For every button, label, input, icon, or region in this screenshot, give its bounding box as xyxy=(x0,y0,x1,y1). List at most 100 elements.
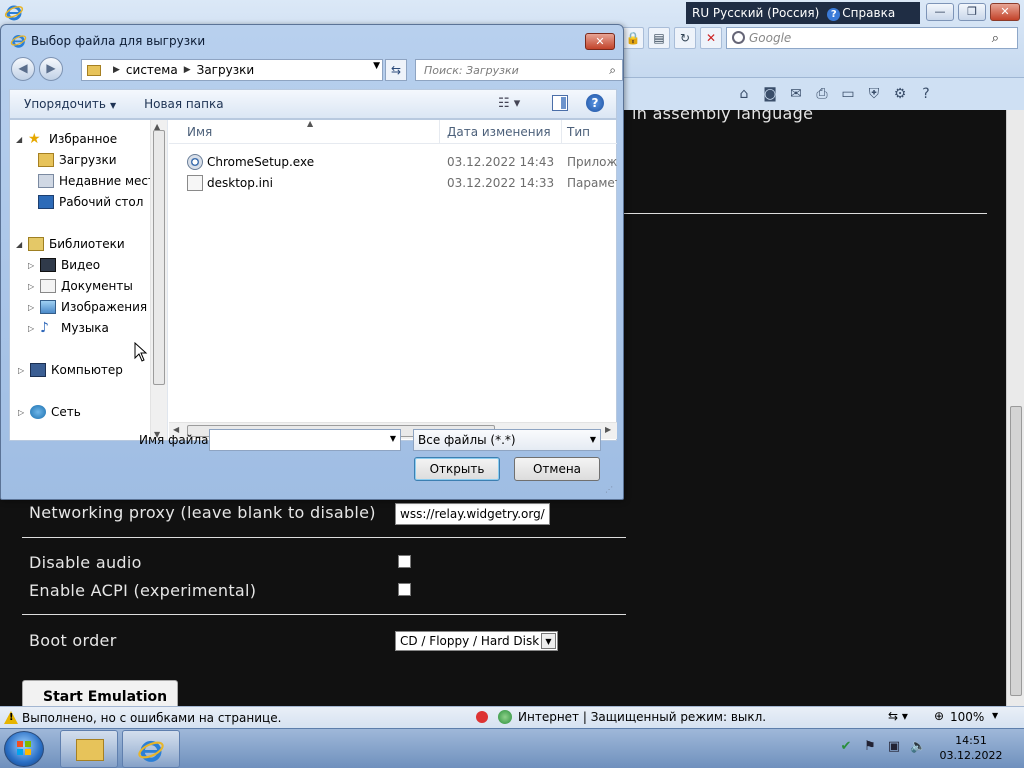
open-button[interactable]: Открыть xyxy=(414,457,500,481)
chevron-down-icon[interactable]: ▼ xyxy=(373,61,380,71)
help-icon[interactable]: ? xyxy=(586,94,604,112)
scrollbar-thumb[interactable] xyxy=(1010,406,1022,696)
preview-pane-icon[interactable] xyxy=(552,95,568,111)
protected-mode-icon[interactable]: ⇆ ▾ xyxy=(888,709,908,723)
nav-item-favorites[interactable]: ◢ ★ Избранное xyxy=(16,129,117,149)
ie-taskbar-button[interactable] xyxy=(122,730,180,768)
column-type[interactable]: Тип xyxy=(567,125,590,139)
filetype-select[interactable]: Все файлы (*.*) ▼ xyxy=(413,429,601,451)
language-bar[interactable]: RU Русский (Россия) ? Справка xyxy=(686,2,920,24)
home-icon[interactable]: ⌂ xyxy=(734,85,754,103)
nav-scrollbar[interactable]: ▲ ▼ xyxy=(150,120,167,440)
zoom-icon[interactable]: ⊕ xyxy=(934,709,944,723)
expand-icon[interactable]: ◢ xyxy=(16,135,26,144)
nav-item-desktop[interactable]: Рабочий стол xyxy=(38,192,143,212)
feeds-icon[interactable]: ◙ xyxy=(760,85,780,103)
divider xyxy=(624,213,987,214)
safety-icon[interactable]: ⛨ xyxy=(864,85,884,103)
file-row[interactable]: desktop.ini 03.12.2022 14:33 Параметр xyxy=(169,173,617,194)
breadcrumb-separator-icon[interactable]: ▶ xyxy=(184,65,191,75)
warning-icon[interactable] xyxy=(4,710,18,725)
ie-logo-icon xyxy=(4,5,24,21)
compatibility-icon[interactable]: ▤ xyxy=(648,27,670,49)
search-icon[interactable]: ⌕ xyxy=(992,31,999,46)
nav-item-libraries[interactable]: ◢ Библиотеки xyxy=(16,234,125,254)
scroll-right-icon[interactable]: ▶ xyxy=(605,425,611,434)
page-scrollbar[interactable] xyxy=(1006,110,1024,706)
page-icon[interactable]: ▭ xyxy=(838,85,858,103)
status-text[interactable]: Выполнено, но с ошибками на странице. xyxy=(22,711,281,725)
volume-tray-icon[interactable]: 🔈 xyxy=(910,739,926,755)
help-button[interactable]: ? Справка xyxy=(827,6,895,21)
organize-label: Упорядочить xyxy=(24,97,106,111)
nav-item-documents[interactable]: ▷ Документы xyxy=(28,276,133,296)
network-tray-icon[interactable]: ▣ xyxy=(886,739,902,755)
expand-icon[interactable]: ▷ xyxy=(18,408,28,417)
view-options-icon[interactable]: ☷ ▾ xyxy=(498,96,520,111)
nav-item-video[interactable]: ▷ Видео xyxy=(28,255,100,275)
filename-input[interactable]: ▼ xyxy=(209,429,401,451)
browser-search-input[interactable]: Google ⌕ xyxy=(726,27,1018,49)
expand-icon[interactable]: ▷ xyxy=(28,282,38,291)
breadcrumb-item-downloads[interactable]: Загрузки xyxy=(197,63,255,77)
new-folder-button[interactable]: Новая папка xyxy=(130,97,237,111)
column-date[interactable]: Дата изменения xyxy=(447,125,551,139)
dialog-close-button[interactable]: ✕ xyxy=(585,33,615,50)
downloads-folder-icon xyxy=(38,153,54,167)
file-row[interactable]: ChromeSetup.exe 03.12.2022 14:43 Приложе xyxy=(169,152,617,173)
nav-item-images[interactable]: ▷ Изображения xyxy=(28,297,147,317)
organize-button[interactable]: Упорядочить ▼ xyxy=(10,97,130,111)
lock-icon[interactable]: 🔒 xyxy=(622,27,644,49)
forward-button[interactable]: ▶ xyxy=(39,57,63,81)
chevron-down-icon[interactable]: ▼ xyxy=(390,434,396,443)
acpi-checkbox[interactable] xyxy=(398,583,411,596)
expand-icon[interactable]: ▷ xyxy=(28,261,38,270)
nav-item-network[interactable]: ▷ Сеть xyxy=(18,402,81,422)
nav-item-recent[interactable]: Недавние места xyxy=(38,171,162,191)
nav-label: Документы xyxy=(61,279,133,293)
resize-grip-icon[interactable]: ⋰ xyxy=(605,485,613,494)
expand-icon[interactable]: ◢ xyxy=(16,240,26,249)
expand-icon[interactable]: ▷ xyxy=(18,366,28,375)
expand-icon[interactable]: ▷ xyxy=(28,303,38,312)
nav-item-music[interactable]: ▷ ♪ Музыка xyxy=(28,318,109,338)
help-menu-icon[interactable]: ? xyxy=(916,85,936,103)
column-separator[interactable] xyxy=(439,120,440,144)
explorer-taskbar-button[interactable] xyxy=(60,730,118,768)
nav-item-computer[interactable]: ▷ Компьютер xyxy=(18,360,123,380)
proxy-input[interactable]: wss://relay.widgetry.org/ xyxy=(395,503,550,525)
clock[interactable]: 14:51 03.12.2022 xyxy=(936,733,1006,763)
language-indicator[interactable]: RU Русский (Россия) xyxy=(692,6,819,20)
disable-audio-checkbox[interactable] xyxy=(398,555,411,568)
breadcrumb-item-system[interactable]: система xyxy=(126,63,178,77)
nav-item-downloads[interactable]: Загрузки xyxy=(38,150,117,170)
column-name[interactable]: Имя xyxy=(187,125,212,139)
zoom-dropdown-icon[interactable]: ▼ xyxy=(992,711,998,720)
scrollbar-thumb[interactable] xyxy=(153,130,165,385)
globe-icon xyxy=(498,710,512,724)
close-window-button[interactable]: ✕ xyxy=(990,3,1020,21)
cancel-button[interactable]: Отмена xyxy=(514,457,600,481)
expand-icon[interactable]: ▷ xyxy=(28,324,38,333)
restore-button[interactable]: ❐ xyxy=(958,3,986,21)
start-emulation-button[interactable]: Start Emulation xyxy=(22,680,178,706)
breadcrumb[interactable]: ▶ система ▶ Загрузки ▼ xyxy=(81,59,383,81)
tools-gear-icon[interactable]: ⚙ xyxy=(890,85,910,103)
column-separator[interactable] xyxy=(561,120,562,144)
stop-icon[interactable]: ✕ xyxy=(700,27,722,49)
dialog-search-input[interactable]: Поиск: Загрузки ⌕ xyxy=(415,59,623,81)
refresh-icon[interactable]: ↻ xyxy=(674,27,696,49)
refresh-button[interactable]: ⇆ xyxy=(385,59,407,81)
boot-order-select[interactable]: CD / Floppy / Hard Disk ▼ xyxy=(395,631,558,651)
libraries-icon xyxy=(28,237,44,251)
print-icon[interactable]: ⎙ xyxy=(812,85,832,103)
zoom-level[interactable]: 100% xyxy=(950,710,984,724)
minimize-button[interactable]: — xyxy=(926,3,954,21)
mail-icon[interactable]: ✉ xyxy=(786,85,806,103)
zone-text[interactable]: Интернет | Защищенный режим: выкл. xyxy=(518,710,766,724)
security-tray-icon[interactable]: ✔ xyxy=(838,739,854,755)
start-button[interactable] xyxy=(4,731,44,767)
back-button[interactable]: ◀ xyxy=(11,57,35,81)
breadcrumb-separator-icon[interactable]: ▶ xyxy=(113,65,120,75)
flag-tray-icon[interactable]: ⚑ xyxy=(862,739,878,755)
